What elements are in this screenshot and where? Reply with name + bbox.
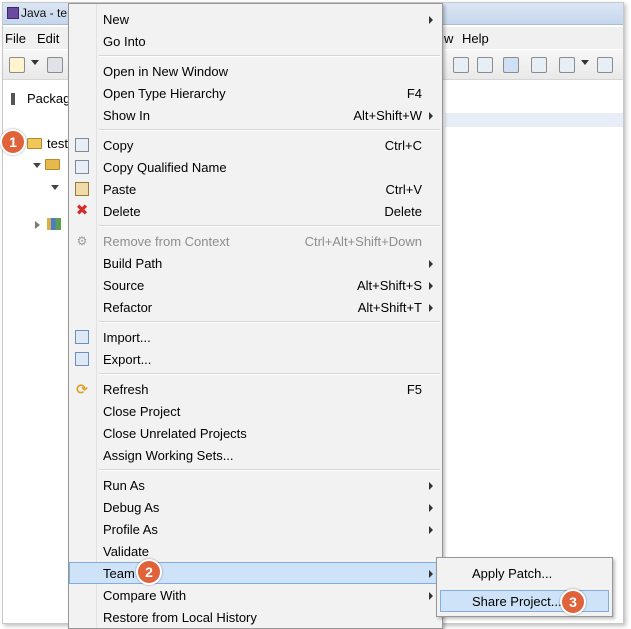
menu-separator: [99, 321, 440, 323]
team-submenu: Apply Patch... Share Project...: [436, 557, 613, 617]
toolbar-nav-dropdown-icon[interactable]: [581, 60, 589, 65]
submenu-arrow-icon: [429, 526, 433, 534]
menu-item-compare-with[interactable]: Compare With: [69, 584, 442, 606]
editor-selection-row: [445, 113, 623, 127]
expand-twisty-icon[interactable]: [51, 185, 59, 190]
menu-item-assign-working-sets[interactable]: Assign Working Sets...: [69, 444, 442, 466]
menu-item-build-path[interactable]: Build Path: [69, 252, 442, 274]
toolbar-doc-icon[interactable]: [453, 57, 469, 73]
menu-separator: [99, 55, 440, 57]
menu-item-copy-qualified-name[interactable]: Copy Qualified Name: [69, 156, 442, 178]
submenu-arrow-icon: [429, 482, 433, 490]
toolbar-monitor-icon[interactable]: [503, 57, 519, 73]
menu-item-refactor[interactable]: Refactor Alt+Shift+T: [69, 296, 442, 318]
menu-edit[interactable]: Edit: [37, 31, 59, 46]
menu-item-refresh[interactable]: ⟳ Refresh F5: [69, 378, 442, 400]
menu-item-open-type-hierarchy[interactable]: Open Type Hierarchy F4: [69, 82, 442, 104]
menu-item-restore-from-local-history[interactable]: Restore from Local History: [69, 606, 442, 628]
menu-item-import[interactable]: Import...: [69, 326, 442, 348]
menu-item-team[interactable]: Team: [69, 562, 442, 584]
package-explorer-tab[interactable]: Packag: [27, 91, 70, 106]
eclipse-app-icon: [7, 7, 19, 19]
package-explorer: Packag test: [3, 83, 73, 623]
menu-item-run-as[interactable]: Run As: [69, 474, 442, 496]
copy-icon: [75, 138, 89, 152]
menu-item-show-in[interactable]: Show In Alt+Shift+W: [69, 104, 442, 126]
menu-separator: [99, 373, 440, 375]
submenu-arrow-icon: [429, 260, 433, 268]
menu-item-close-project[interactable]: Close Project: [69, 400, 442, 422]
expand-twisty-icon[interactable]: [33, 163, 41, 168]
package-explorer-icon: [11, 93, 15, 105]
collapse-twisty-icon[interactable]: [35, 221, 40, 229]
refresh-icon: ⟳: [76, 381, 88, 397]
menu-item-close-unrelated-projects[interactable]: Close Unrelated Projects: [69, 422, 442, 444]
export-icon: [75, 352, 89, 366]
project-folder-icon: [27, 138, 42, 149]
library-icon[interactable]: [47, 218, 61, 230]
menu-item-debug-as[interactable]: Debug As: [69, 496, 442, 518]
toolbar-nav-icon[interactable]: [559, 57, 575, 73]
callout-badge-1: 1: [0, 129, 26, 155]
menu-file[interactable]: File: [5, 31, 26, 46]
menu-item-profile-as[interactable]: Profile As: [69, 518, 442, 540]
context-menu: New Go Into Open in New Window Open Type…: [68, 3, 443, 629]
window-title: Java - te: [21, 6, 68, 20]
menu-separator: [99, 129, 440, 131]
submenu-arrow-icon: [429, 504, 433, 512]
delete-icon: ✖: [75, 202, 89, 219]
menu-item-remove-from-context: ⚙ Remove from Context Ctrl+Alt+Shift+Dow…: [76, 234, 422, 249]
callout-badge-2: 2: [136, 559, 162, 585]
import-icon: [75, 330, 89, 344]
menu-separator: [99, 225, 440, 227]
menu-window-partial[interactable]: w: [444, 31, 453, 46]
toolbar-skip-icon[interactable]: [531, 57, 547, 73]
submenu-arrow-icon: [429, 282, 433, 290]
new-dropdown-arrow-icon[interactable]: [31, 60, 39, 65]
submenu-arrow-icon: [429, 592, 433, 600]
menu-help[interactable]: Help: [462, 31, 489, 46]
menu-item-export[interactable]: Export...: [69, 348, 442, 370]
submenu-arrow-icon: [429, 112, 433, 120]
copy-qualified-icon: [75, 160, 89, 174]
editor-area: [445, 83, 623, 553]
menu-item-validate[interactable]: Validate: [69, 540, 442, 562]
callout-badge-3: 3: [560, 589, 586, 615]
menu-separator: [99, 469, 440, 471]
menu-item-paste[interactable]: Paste Ctrl+V: [69, 178, 442, 200]
menu-item-go-into[interactable]: Go Into: [69, 30, 442, 52]
menu-item-new[interactable]: New: [69, 8, 442, 30]
submenu-arrow-icon: [429, 16, 433, 24]
submenu-arrow-icon: [429, 304, 433, 312]
project-label: test: [47, 136, 68, 151]
new-wizard-icon[interactable]: [9, 57, 25, 73]
submenu-arrow-icon: [429, 570, 433, 578]
menu-item-open-in-new-window[interactable]: Open in New Window: [69, 60, 442, 82]
menu-item-source[interactable]: Source Alt+Shift+S: [69, 274, 442, 296]
menu-item-delete[interactable]: ✖ Delete Delete: [69, 200, 442, 222]
toolbar-paragraph-icon[interactable]: [477, 57, 493, 73]
toolbar-forward-icon[interactable]: [597, 57, 613, 73]
menu-item-apply-patch[interactable]: Apply Patch...: [440, 562, 609, 584]
paste-icon: [75, 182, 89, 196]
menu-item-copy[interactable]: Copy Ctrl+C: [69, 134, 442, 156]
source-folder-icon[interactable]: [45, 159, 60, 170]
save-icon[interactable]: [47, 57, 63, 73]
remove-context-icon: ⚙: [76, 234, 88, 248]
